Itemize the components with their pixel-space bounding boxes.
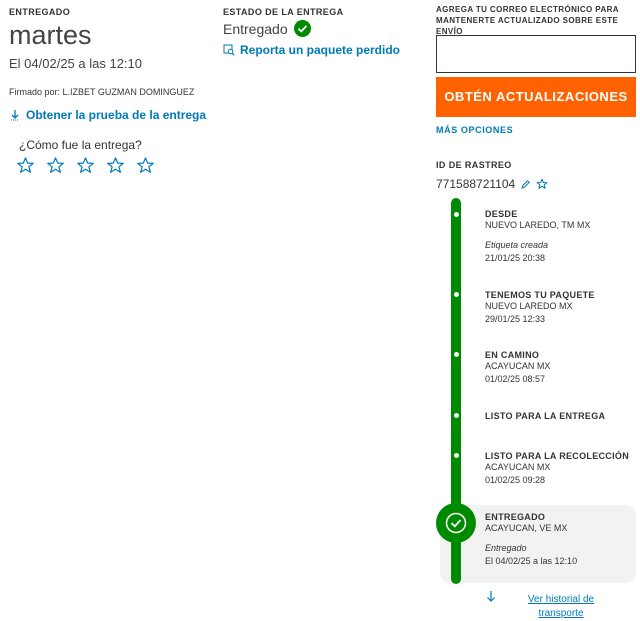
signed-by: Firmado por: L.IZBET GUZMAN DOMINGUEZ [9,87,195,97]
check-circle-icon [293,20,311,37]
timeline-event-ready-for-pickup: LISTO PARA LA RECOLECCIÓN ACAYUCAN MX 01… [485,451,629,487]
timeline-dot [454,352,459,357]
timeline-dot [454,413,459,418]
timeline-dot [454,453,459,458]
timeline-event-in-transit: EN CAMINO ACAYUCAN MX 01/02/25 08:57 [485,350,550,386]
get-updates-button[interactable]: OBTÉN ACTUALIZACIONES [436,77,636,117]
proof-link-text: Obtener la prueba de la entrega [26,108,207,122]
star-favorite-icon[interactable] [536,178,548,190]
report-link-text: Reporta un paquete perdido [240,43,401,57]
timeline-event-origin: DESDE NUEVO LAREDO, TM MX Etiqueta cread… [485,209,590,265]
timeline-event-delivered: ENTREGADO ACAYUCAN, VE MX Entregado El 0… [485,512,577,568]
timeline-dot [454,212,459,217]
proof-of-delivery-link[interactable]: Obtener la prueba de la entrega [9,108,206,122]
event-location: ACAYUCAN MX [485,361,551,371]
status-value: Entregado [223,20,288,37]
star-icon-5[interactable] [136,156,155,175]
star-icon-3[interactable] [76,156,95,175]
tracking-number-row: 771588721104 [436,177,548,191]
more-options-link[interactable]: MÁS OPCIONES [436,125,513,135]
down-arrow-icon [486,590,496,608]
event-datetime: 01/02/25 09:28 [485,475,546,485]
event-location: ACAYUCAN, VE MX [485,523,568,533]
tracking-id-label: ID DE RASTREO [436,160,512,170]
event-title: DESDE [485,209,518,219]
star-icon-4[interactable] [106,156,125,175]
star-icon-2[interactable] [46,156,65,175]
email-prompt-label: AGREGA TU CORREO ELECTRÓNICO PARA MANTEN… [436,5,619,36]
rating-question: ¿Cómo fue la entrega? [19,138,142,152]
event-datetime: El 04/02/25 a las 12:10 [485,556,578,566]
edit-pencil-icon[interactable] [520,179,531,190]
event-title: ENTREGADO [485,512,546,522]
timeline-event-ready-for-delivery: LISTO PARA LA ENTREGA [485,411,605,421]
delivery-status-label: ESTADO DE LA ENTREGA [223,7,344,17]
event-location: ACAYUCAN MX [485,462,551,472]
package-search-icon [223,44,235,56]
delivered-label: ENTREGADO [9,7,71,17]
rating-stars [16,156,155,175]
delivery-status: Entregado [223,20,311,37]
delivery-date: El 04/02/25 a las 12:10 [9,56,142,71]
event-title: LISTO PARA LA ENTREGA [485,411,606,421]
event-datetime: 01/02/25 08:57 [485,374,546,384]
event-title: EN CAMINO [485,350,540,360]
delivered-check-icon [436,503,476,543]
event-location: NUEVO LAREDO MX [485,301,573,311]
event-title: LISTO PARA LA RECOLECCIÓN [485,451,630,461]
delivery-day: martes [9,20,92,50]
timeline-event-picked-up: TENEMOS TU PAQUETE NUEVO LAREDO MX 29/01… [485,290,595,326]
star-icon-1[interactable] [16,156,35,175]
event-note: Etiqueta creada [485,240,549,250]
event-location: NUEVO LAREDO, TM MX [485,220,591,230]
event-note: Entregado [485,543,527,553]
download-arrow-icon [9,109,21,121]
event-datetime: 21/01/25 20:38 [485,253,546,263]
timeline-dot [454,292,459,297]
email-input[interactable] [436,35,636,73]
report-lost-package-link[interactable]: Reporta un paquete perdido [223,43,400,57]
tracking-number: 771588721104 [436,177,516,191]
transport-history-link[interactable]: Ver historial de transporte [518,593,604,621]
event-title: TENEMOS TU PAQUETE [485,290,595,300]
event-datetime: 29/01/25 12:33 [485,314,546,324]
